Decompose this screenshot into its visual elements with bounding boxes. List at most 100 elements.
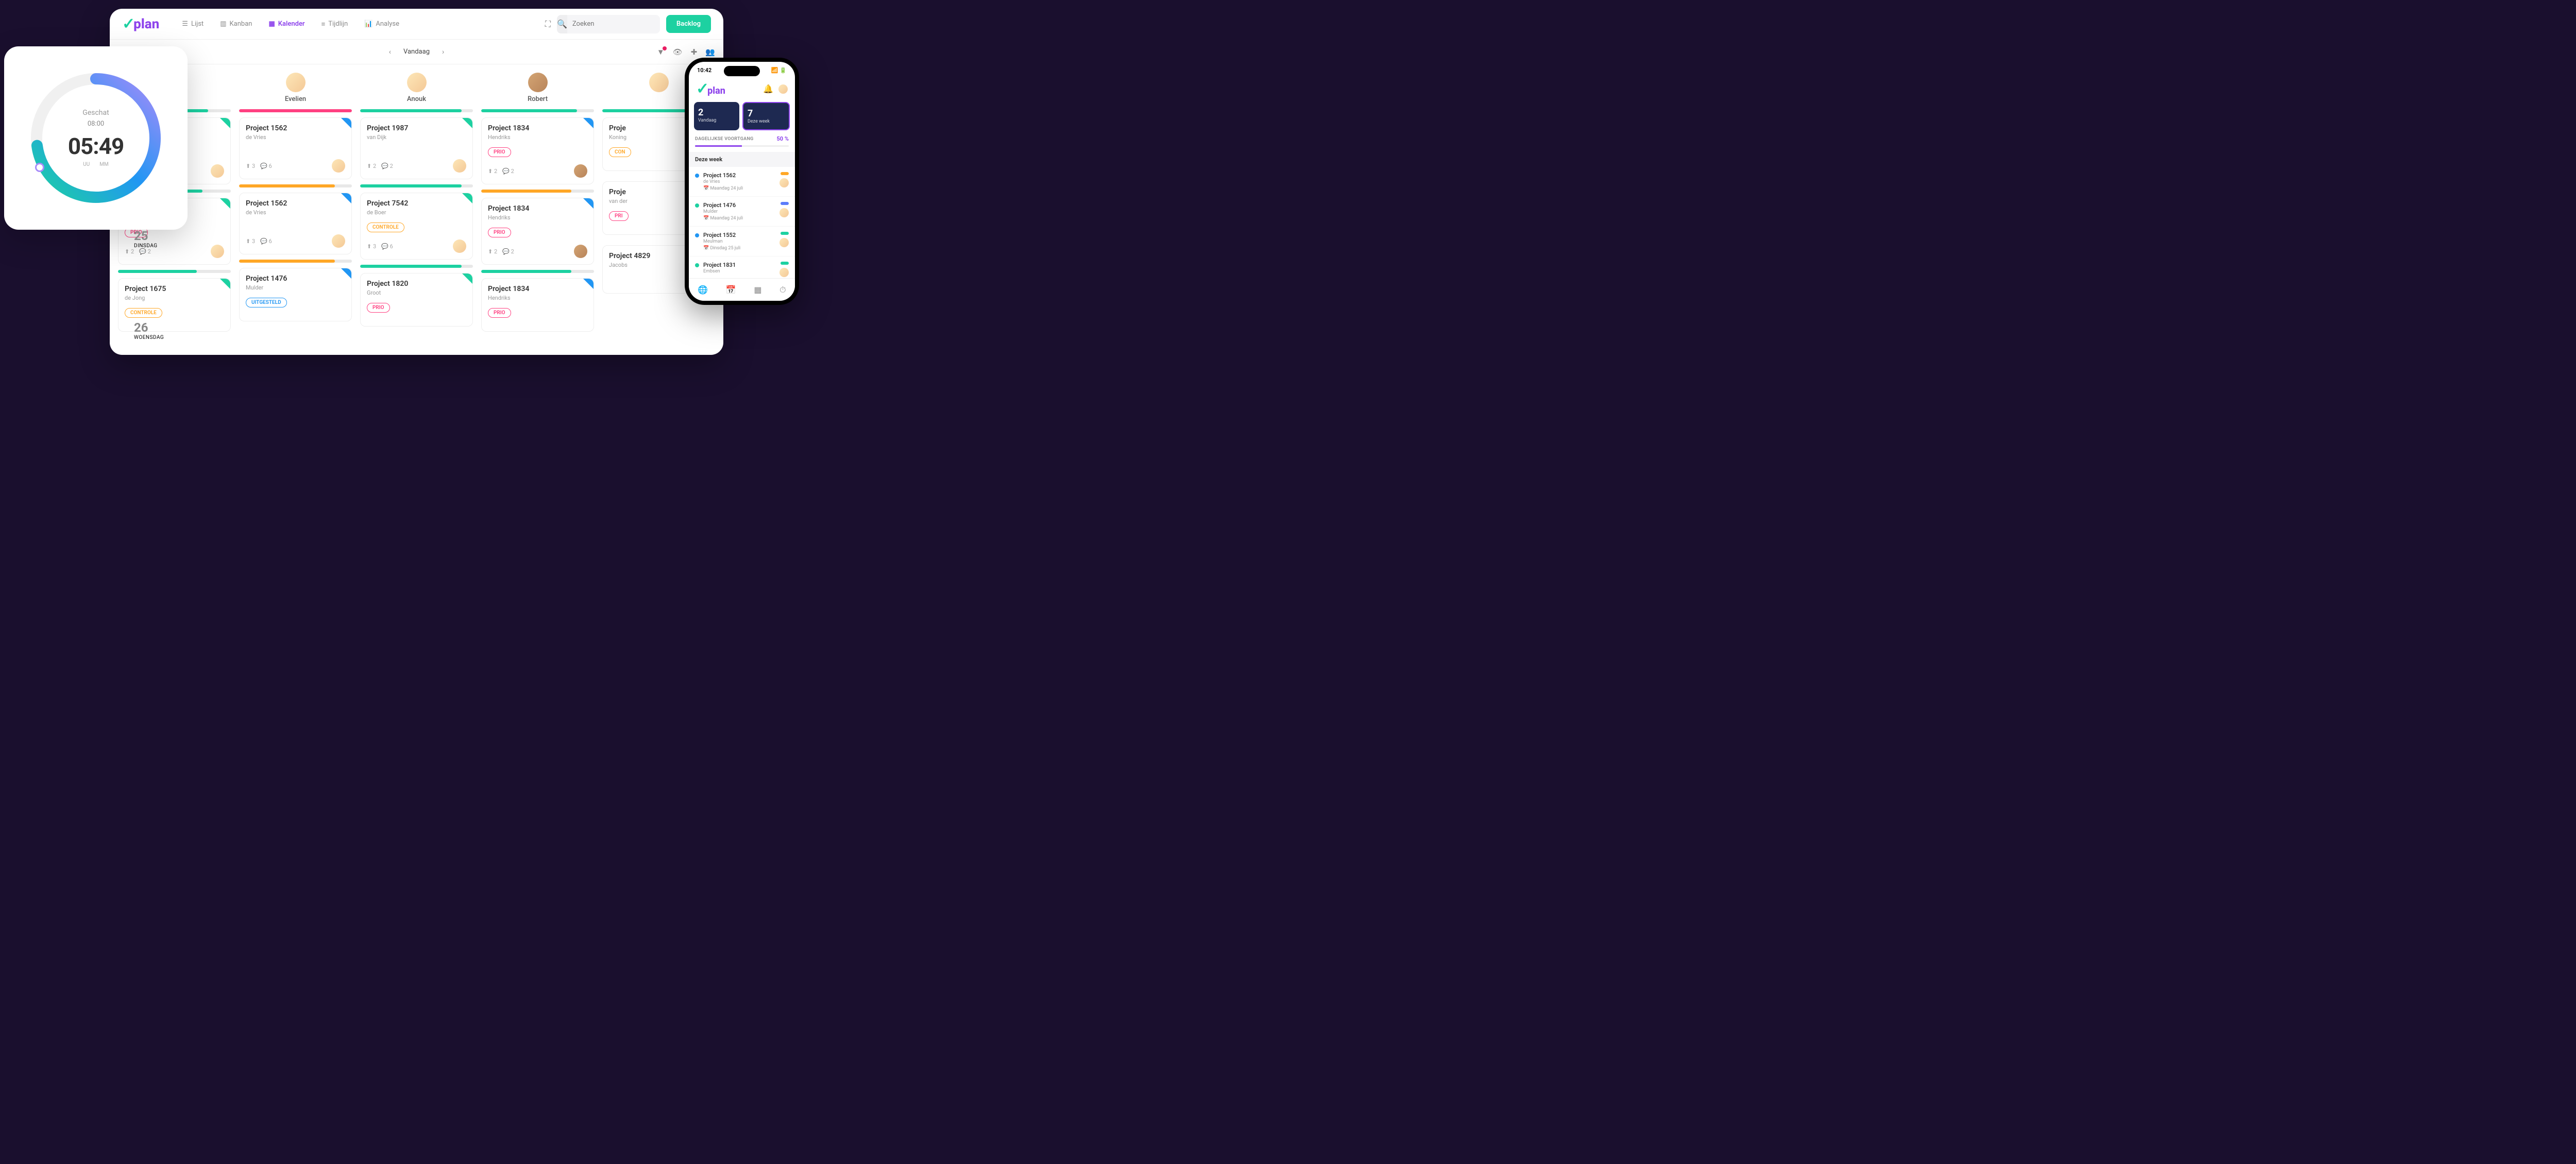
subheader: ‹ Vandaag › ▼ 👁 ✚ 👥 [110, 40, 723, 64]
kanban-board: Carlijn Project 1047 Janzen PRIO⬆ 2💬 2 P… [110, 64, 723, 355]
comment-icon: 💬 2 [502, 248, 514, 255]
phone-bottom-nav: 🌐 📅 ▦ ⏱ [689, 278, 795, 301]
task-item[interactable]: Project 1562 de Vries 📅 Maandag 24 juli [689, 167, 795, 197]
column-avatar [528, 73, 548, 92]
task-title: Project 1476 [703, 202, 775, 209]
stat-today[interactable]: 2 Vandaag [694, 102, 739, 130]
day-marker-25: 25 DINSDAG [134, 229, 158, 249]
project-card[interactable]: Project 1834 Hendriks PRIO⬆ 2💬 2 [481, 198, 594, 265]
people-icon[interactable]: 👥 [705, 47, 715, 57]
timer-widget: Geschat 08:00 05:49 UUMM [4, 46, 188, 230]
card-corner [583, 198, 594, 209]
task-title: Project 1562 [703, 172, 775, 179]
nav-kalender[interactable]: ▦Kalender [268, 20, 304, 28]
calendar-icon[interactable]: 📅 [726, 285, 736, 295]
comment-icon: 💬 6 [381, 243, 393, 250]
upload-icon: ⬆ 2 [488, 168, 497, 175]
task-pill [781, 172, 789, 175]
card-avatar [574, 164, 587, 178]
bell-icon[interactable]: 🔔 [763, 84, 773, 94]
column-name: Evelien [239, 95, 352, 103]
puzzle-icon[interactable]: ✚ [691, 47, 698, 57]
progress-bar [481, 190, 594, 193]
column-name: Anouk [360, 95, 473, 103]
project-card[interactable]: Project 1834 Hendriks PRIO [481, 278, 594, 332]
card-title: Project 1562 [246, 124, 345, 132]
card-title: Project 1675 [125, 285, 224, 293]
main-nav: ☰Lijst ▥Kanban ▦Kalender ≡Tijdlijn 📊Anal… [182, 20, 399, 28]
board-column: Robert Project 1834 Hendriks PRIO⬆ 2💬 2 … [481, 73, 594, 347]
signal-icon: 📶 🔋 [771, 67, 787, 74]
filter-icon[interactable]: ▼ [657, 47, 665, 57]
nav-tijdlijn[interactable]: ≡Tijdlijn [321, 20, 348, 28]
project-card[interactable]: Project 1820 Groot PRIO [360, 273, 473, 327]
project-card[interactable]: Project 1562 de Vries ⬆ 3 💬 6 [239, 117, 352, 179]
progress-bar [239, 109, 352, 112]
comment-icon: 💬 2 [502, 168, 514, 175]
timer-handle[interactable] [35, 163, 44, 172]
project-card[interactable]: Project 1562 de Vries ⬆ 3💬 6 [239, 193, 352, 254]
app-header: ✓plan ☰Lijst ▥Kanban ▦Kalender ≡Tijdlijn… [110, 9, 723, 40]
project-card[interactable]: Project 1834 Hendriks PRIO⬆ 2💬 2 [481, 117, 594, 184]
progress-value: 50 % [777, 135, 789, 142]
card-corner [220, 198, 230, 209]
task-title: Project 1831 [703, 262, 775, 268]
search-icon: 🔍 [557, 15, 567, 33]
prev-icon[interactable]: ‹ [389, 48, 391, 56]
nav-analyse[interactable]: 📊Analyse [364, 20, 399, 28]
task-item[interactable]: Project 1476 Mulder 📅 Maandag 24 juli [689, 197, 795, 227]
progress-bar [239, 184, 352, 187]
task-avatar [779, 268, 789, 277]
logo: ✓plan [122, 15, 159, 33]
phone-avatar[interactable] [778, 84, 788, 94]
upload-icon: ⬆ 2 [125, 248, 134, 255]
grid-icon[interactable]: ▦ [754, 285, 761, 295]
card-corner [583, 118, 594, 128]
card-subtitle: de Vries [246, 209, 345, 216]
card-tag: CON [609, 147, 631, 157]
card-title: Project 1820 [367, 280, 466, 288]
project-card[interactable]: Project 1987 van Dijk ⬆ 2💬 2 [360, 117, 473, 179]
card-subtitle: Groot [367, 289, 466, 296]
card-avatar [453, 159, 466, 173]
progress-bar [360, 109, 473, 112]
backlog-button[interactable]: Backlog [666, 15, 711, 33]
upload-icon: ⬆ 3 [246, 163, 255, 169]
card-corner [341, 193, 351, 203]
comment-icon: 💬 6 [260, 163, 272, 169]
stat-week[interactable]: 7 Deze week [742, 102, 790, 130]
card-subtitle: de Jong [125, 295, 224, 301]
board-column: Anouk Project 1987 van Dijk ⬆ 2💬 2 Proje… [360, 73, 473, 347]
project-card[interactable]: Project 1476 Mulder UITGESTELD [239, 268, 352, 321]
eye-icon[interactable]: 👁 [673, 47, 683, 57]
card-corner [220, 279, 230, 289]
progress-bar [360, 265, 473, 268]
globe-icon[interactable]: 🌐 [698, 285, 708, 295]
upload-icon: ⬆ 3 [246, 238, 255, 245]
nav-kanban[interactable]: ▥Kanban [220, 20, 252, 28]
card-subtitle: de Vries [246, 134, 345, 141]
progress-bar [481, 109, 594, 112]
task-status-dot [695, 203, 699, 208]
card-avatar [453, 239, 466, 253]
expand-icon[interactable]: ⛶ [545, 19, 551, 29]
today-label[interactable]: Vandaag [403, 48, 430, 56]
card-avatar [332, 159, 345, 173]
card-title: Project 1987 [367, 124, 466, 132]
nav-lijst[interactable]: ☰Lijst [182, 20, 204, 28]
project-card[interactable]: Project 7542 de Boer CONTROLE⬆ 3💬 6 [360, 193, 473, 260]
search-box[interactable]: 🔍 [557, 15, 660, 33]
task-subtitle: Embsen [703, 269, 775, 274]
timer-elapsed: 05:49 [68, 133, 124, 160]
column-avatar [649, 73, 669, 92]
section-header: Deze week [689, 152, 795, 167]
card-title: Project 1834 [488, 124, 587, 132]
timer-icon[interactable]: ⏱ [779, 285, 786, 295]
search-input[interactable] [567, 20, 663, 28]
upload-icon: ⬆ 2 [367, 163, 376, 169]
task-item[interactable]: Project 1552 Meulman 📅 Dinsdag 25 juli [689, 227, 795, 256]
task-status-dot [695, 263, 699, 267]
card-avatar [574, 245, 587, 258]
next-icon[interactable]: › [442, 48, 444, 56]
comment-icon: 💬 2 [139, 248, 151, 255]
